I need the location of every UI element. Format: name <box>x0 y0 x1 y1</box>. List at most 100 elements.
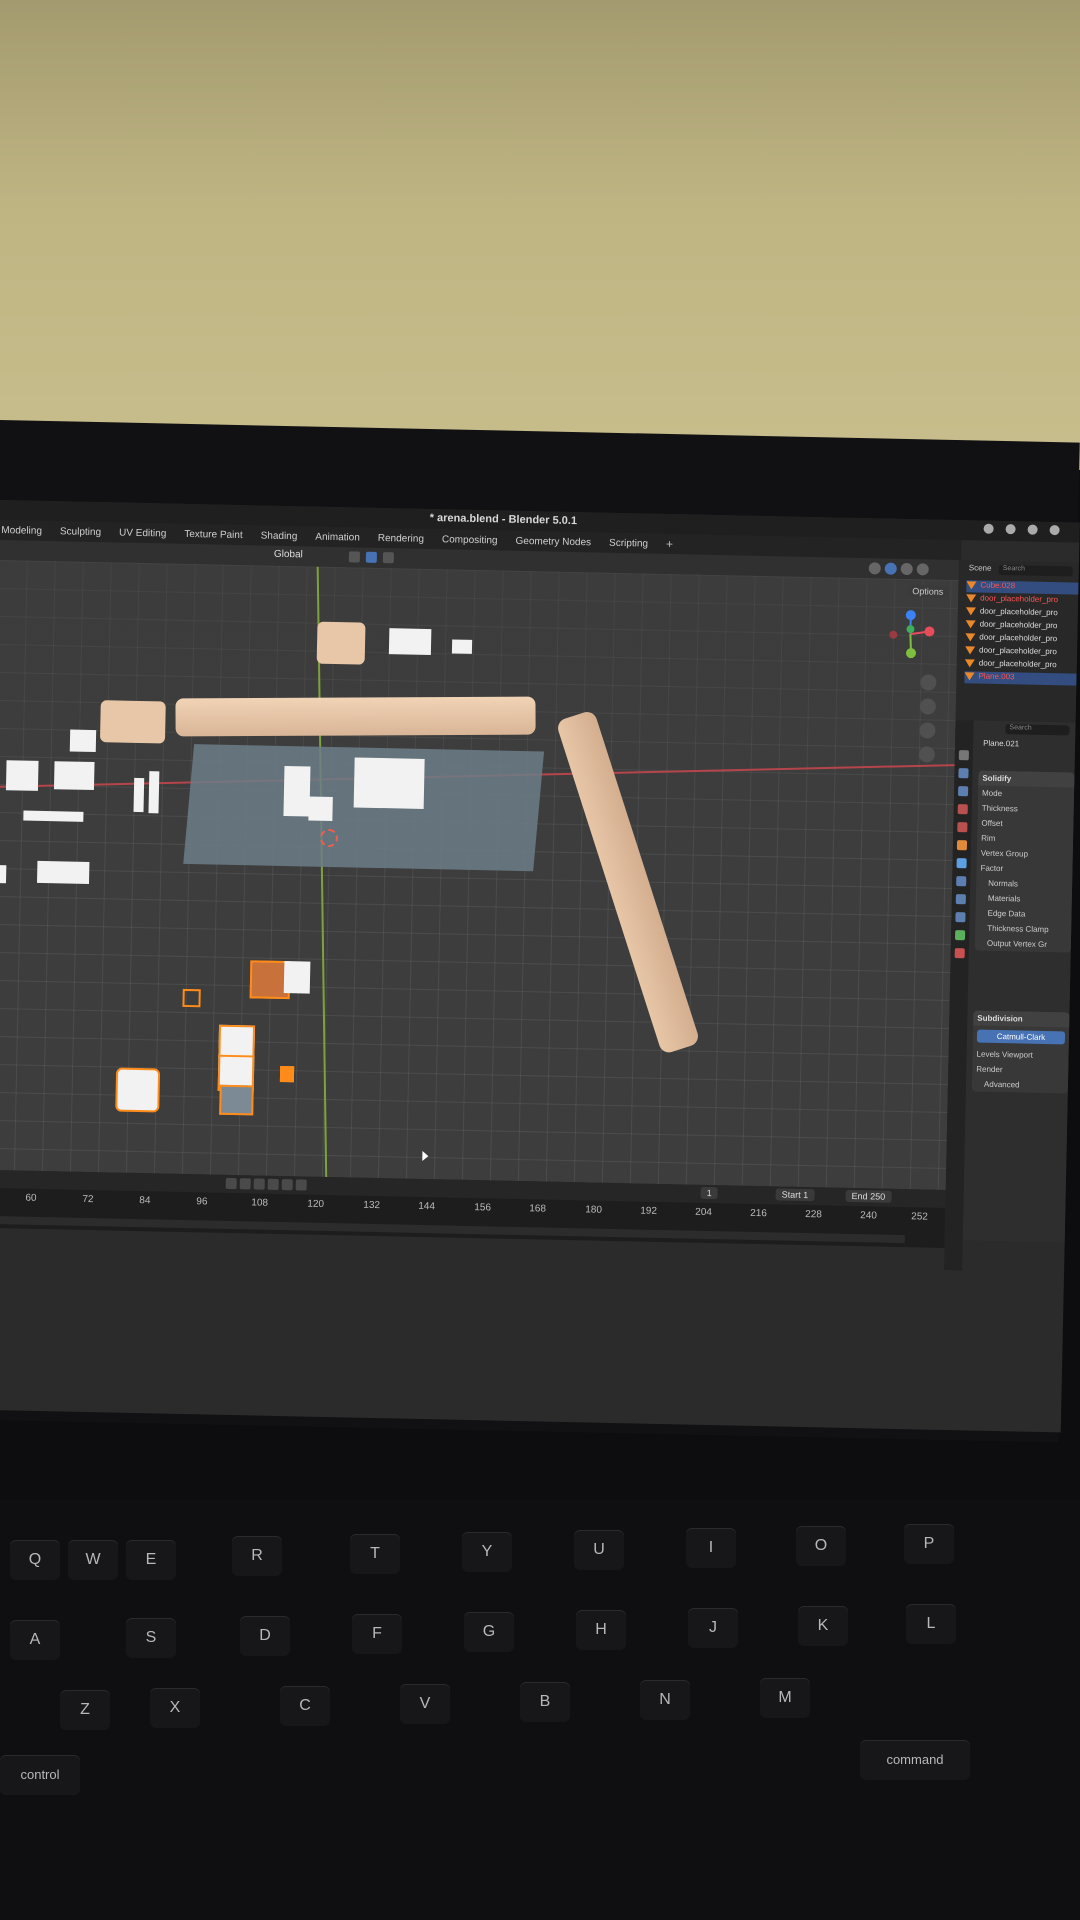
tool-tab-icon[interactable] <box>958 750 969 761</box>
outliner-item[interactable]: door_placeholder_pro <box>965 619 1077 633</box>
command-key[interactable]: command <box>860 1740 970 1780</box>
3d-viewport[interactable]: Options <box>0 559 959 1190</box>
white-block-object[interactable] <box>283 961 311 994</box>
key[interactable]: U <box>574 1530 624 1570</box>
white-block-object[interactable] <box>5 760 39 791</box>
zoom-icon[interactable] <box>920 674 937 691</box>
key[interactable]: W <box>68 1540 118 1580</box>
key[interactable]: I <box>686 1528 736 1568</box>
white-block-object[interactable] <box>353 757 425 809</box>
tab-shading[interactable]: Shading <box>261 530 298 542</box>
material-shading-icon[interactable] <box>900 562 913 576</box>
tan-wall-beam[interactable] <box>175 696 536 737</box>
add-workspace-icon[interactable]: + <box>666 537 673 551</box>
render-tab-icon[interactable] <box>958 768 969 779</box>
white-strip-object[interactable] <box>23 810 84 822</box>
current-frame-field[interactable]: 1 <box>700 1186 718 1200</box>
key[interactable]: E <box>126 1540 176 1580</box>
outliner-search-input[interactable]: Search <box>998 564 1073 577</box>
timeline-scrub-area[interactable] <box>0 1215 905 1244</box>
tan-block-object[interactable] <box>99 700 166 744</box>
next-keyframe-icon[interactable] <box>281 1179 293 1191</box>
key[interactable]: K <box>798 1606 848 1646</box>
status-icon[interactable] <box>983 523 994 534</box>
key[interactable]: R <box>232 1536 282 1576</box>
tab-uv-editing[interactable]: UV Editing <box>119 527 166 539</box>
output-tab-icon[interactable] <box>958 786 969 797</box>
outliner-item[interactable]: door_placeholder_pro <box>965 632 1077 646</box>
subpanel-output-vertex-groups[interactable]: Output Vertex Gr <box>975 936 1071 953</box>
end-frame-field[interactable]: End 250 <box>845 1189 892 1203</box>
outliner-item[interactable]: door_placeholder_pro <box>964 658 1077 672</box>
white-block-object[interactable] <box>283 766 311 817</box>
key[interactable]: Y <box>462 1532 512 1572</box>
key[interactable]: L <box>906 1604 956 1644</box>
tab-animation[interactable]: Animation <box>315 531 360 543</box>
key[interactable]: T <box>350 1534 400 1574</box>
key[interactable]: A <box>10 1620 60 1660</box>
white-pillar-object[interactable] <box>148 771 160 814</box>
material-tab-icon[interactable] <box>954 948 965 959</box>
key[interactable]: Z <box>60 1690 110 1730</box>
pivot-icon[interactable] <box>348 551 360 563</box>
object-tab-icon[interactable] <box>956 840 968 851</box>
key[interactable]: H <box>576 1610 626 1650</box>
tab-rendering[interactable]: Rendering <box>378 532 424 544</box>
perspective-toggle-icon[interactable] <box>918 746 936 763</box>
key[interactable]: D <box>240 1616 290 1656</box>
white-block-object[interactable] <box>53 761 95 791</box>
status-icon[interactable] <box>1005 524 1016 535</box>
outliner-item[interactable]: door_placeholder_pro <box>964 645 1077 659</box>
selected-empty-object[interactable] <box>182 988 201 1008</box>
subdivision-header[interactable]: Subdivision <box>973 1010 1070 1028</box>
tab-sculpting[interactable]: Sculpting <box>60 526 101 538</box>
outliner-item[interactable]: door_placeholder_pro <box>965 606 1078 620</box>
navigation-gizmo[interactable] <box>885 609 936 660</box>
camera-view-icon[interactable] <box>919 722 936 739</box>
play-icon[interactable] <box>267 1178 279 1190</box>
selected-object[interactable] <box>115 1067 161 1113</box>
white-block-object[interactable] <box>36 860 90 884</box>
key[interactable]: S <box>126 1618 176 1658</box>
subpanel-advanced[interactable]: Advanced <box>972 1076 1068 1093</box>
scene-tab-icon[interactable] <box>957 804 968 815</box>
catmull-clark-button[interactable]: Catmull-Clark <box>976 1029 1066 1045</box>
key[interactable]: C <box>280 1686 330 1726</box>
data-tab-icon[interactable] <box>954 930 966 941</box>
status-icon[interactable] <box>1027 524 1038 535</box>
jump-end-icon[interactable] <box>295 1179 307 1191</box>
options-dropdown[interactable]: Options <box>907 585 949 598</box>
tab-geometry-nodes[interactable]: Geometry Nodes <box>515 535 591 548</box>
white-block-object[interactable] <box>308 796 333 822</box>
proportional-edit-icon[interactable] <box>382 552 394 564</box>
white-plane-object[interactable] <box>388 628 432 656</box>
control-key[interactable]: control <box>0 1755 80 1795</box>
rendered-shading-icon[interactable] <box>916 563 929 576</box>
key[interactable]: V <box>400 1684 450 1724</box>
play-reverse-icon[interactable] <box>253 1178 265 1190</box>
key[interactable]: X <box>150 1688 200 1728</box>
tab-texture-paint[interactable]: Texture Paint <box>184 528 243 540</box>
world-tab-icon[interactable] <box>957 822 968 833</box>
prev-keyframe-icon[interactable] <box>239 1178 251 1190</box>
solid-shading-icon[interactable] <box>884 562 897 575</box>
search-icon[interactable] <box>1049 524 1060 536</box>
transform-orientation-dropdown[interactable]: Global <box>274 549 303 561</box>
key[interactable]: B <box>520 1682 570 1722</box>
outliner-item[interactable]: Plane.003 <box>964 671 1077 686</box>
selected-light-object[interactable] <box>279 1065 295 1083</box>
particles-tab-icon[interactable] <box>956 876 967 887</box>
selected-object[interactable] <box>219 1084 254 1116</box>
physics-tab-icon[interactable] <box>955 894 966 905</box>
key[interactable]: J <box>688 1608 738 1648</box>
outliner-item[interactable]: Cube.028 <box>966 580 1079 595</box>
key[interactable]: G <box>464 1612 514 1652</box>
jump-start-icon[interactable] <box>225 1177 237 1190</box>
key[interactable]: N <box>640 1680 690 1720</box>
tab-compositing[interactable]: Compositing <box>442 534 498 546</box>
white-block-object[interactable] <box>69 729 97 753</box>
modifier-tab-icon[interactable] <box>956 858 967 869</box>
white-block-object[interactable] <box>0 864 7 884</box>
tab-scripting[interactable]: Scripting <box>609 537 648 549</box>
properties-search-input[interactable]: Search <box>1005 724 1070 736</box>
